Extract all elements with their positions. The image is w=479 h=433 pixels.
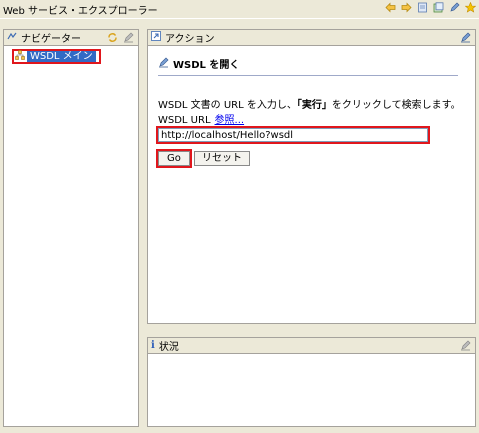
- go-button-highlight: Go: [156, 149, 192, 168]
- wsdl-url-input[interactable]: [158, 128, 428, 142]
- status-tools: [460, 340, 471, 354]
- status-title: 状況: [158, 342, 179, 353]
- url-input-highlight: [156, 126, 430, 144]
- info-icon: i: [151, 340, 155, 351]
- tree-item-label: WSDL メイン: [27, 51, 96, 62]
- actions-title: アクション: [165, 34, 215, 45]
- wsdl-edit-icon[interactable]: [460, 32, 471, 46]
- edit-icon[interactable]: [449, 2, 460, 13]
- navigator-panel: ナビゲーター WSDL メイン: [3, 29, 139, 427]
- forward-arrow-icon[interactable]: [401, 2, 412, 13]
- section-title: WSDL を開く: [158, 56, 239, 71]
- navigator-title: ナビゲーター: [21, 34, 81, 45]
- back-arrow-icon[interactable]: [385, 2, 396, 13]
- instruction-part-2: をクリックして検索します。: [331, 100, 461, 111]
- open-wsdl-heading: WSDL を開く: [173, 60, 240, 71]
- actions-header: アクション: [148, 30, 475, 46]
- status-panel: i 状況: [147, 337, 476, 427]
- navigator-icon: [7, 32, 17, 44]
- reset-button[interactable]: リセット: [194, 151, 250, 166]
- section-divider: [158, 75, 458, 76]
- url-label-row: WSDL URL 参照...: [158, 111, 244, 126]
- status-header: i 状況: [148, 338, 475, 354]
- actions-tools: [460, 32, 471, 46]
- favorites-star-icon[interactable]: [465, 2, 476, 13]
- refresh-icon[interactable]: [107, 32, 118, 46]
- document-icon[interactable]: [433, 2, 444, 13]
- title-bar: Web サービス・エクスプローラー: [0, 0, 479, 18]
- browse-link[interactable]: 参照...: [215, 115, 245, 126]
- go-button[interactable]: Go: [158, 151, 190, 166]
- navigator-tools: [107, 32, 134, 46]
- page-icon[interactable]: [417, 2, 428, 13]
- status-clear-icon[interactable]: [460, 340, 471, 354]
- instruction-part-1: WSDL 文書の URL を入力し、: [158, 100, 297, 111]
- actions-icon: [151, 31, 161, 44]
- open-wsdl-icon: [158, 57, 169, 71]
- instruction-go-bold: 「実行」: [296, 100, 332, 111]
- clear-icon[interactable]: [123, 32, 134, 46]
- wsdl-tree-icon: [15, 50, 25, 63]
- wsdl-url-label: WSDL URL: [158, 115, 211, 126]
- toolbar: [385, 2, 476, 13]
- actions-panel: アクション WSDL を開く WSDL 文書の URL を入力し、「実行」をクリ…: [147, 29, 476, 324]
- instruction-text: WSDL 文書の URL を入力し、「実行」をクリックして検索します。: [158, 96, 461, 111]
- navigator-header: ナビゲーター: [4, 30, 138, 46]
- tree-item-wsdl-main[interactable]: WSDL メイン: [12, 49, 101, 64]
- title-separator: [0, 18, 479, 19]
- window-title: Web サービス・エクスプローラー: [3, 5, 158, 17]
